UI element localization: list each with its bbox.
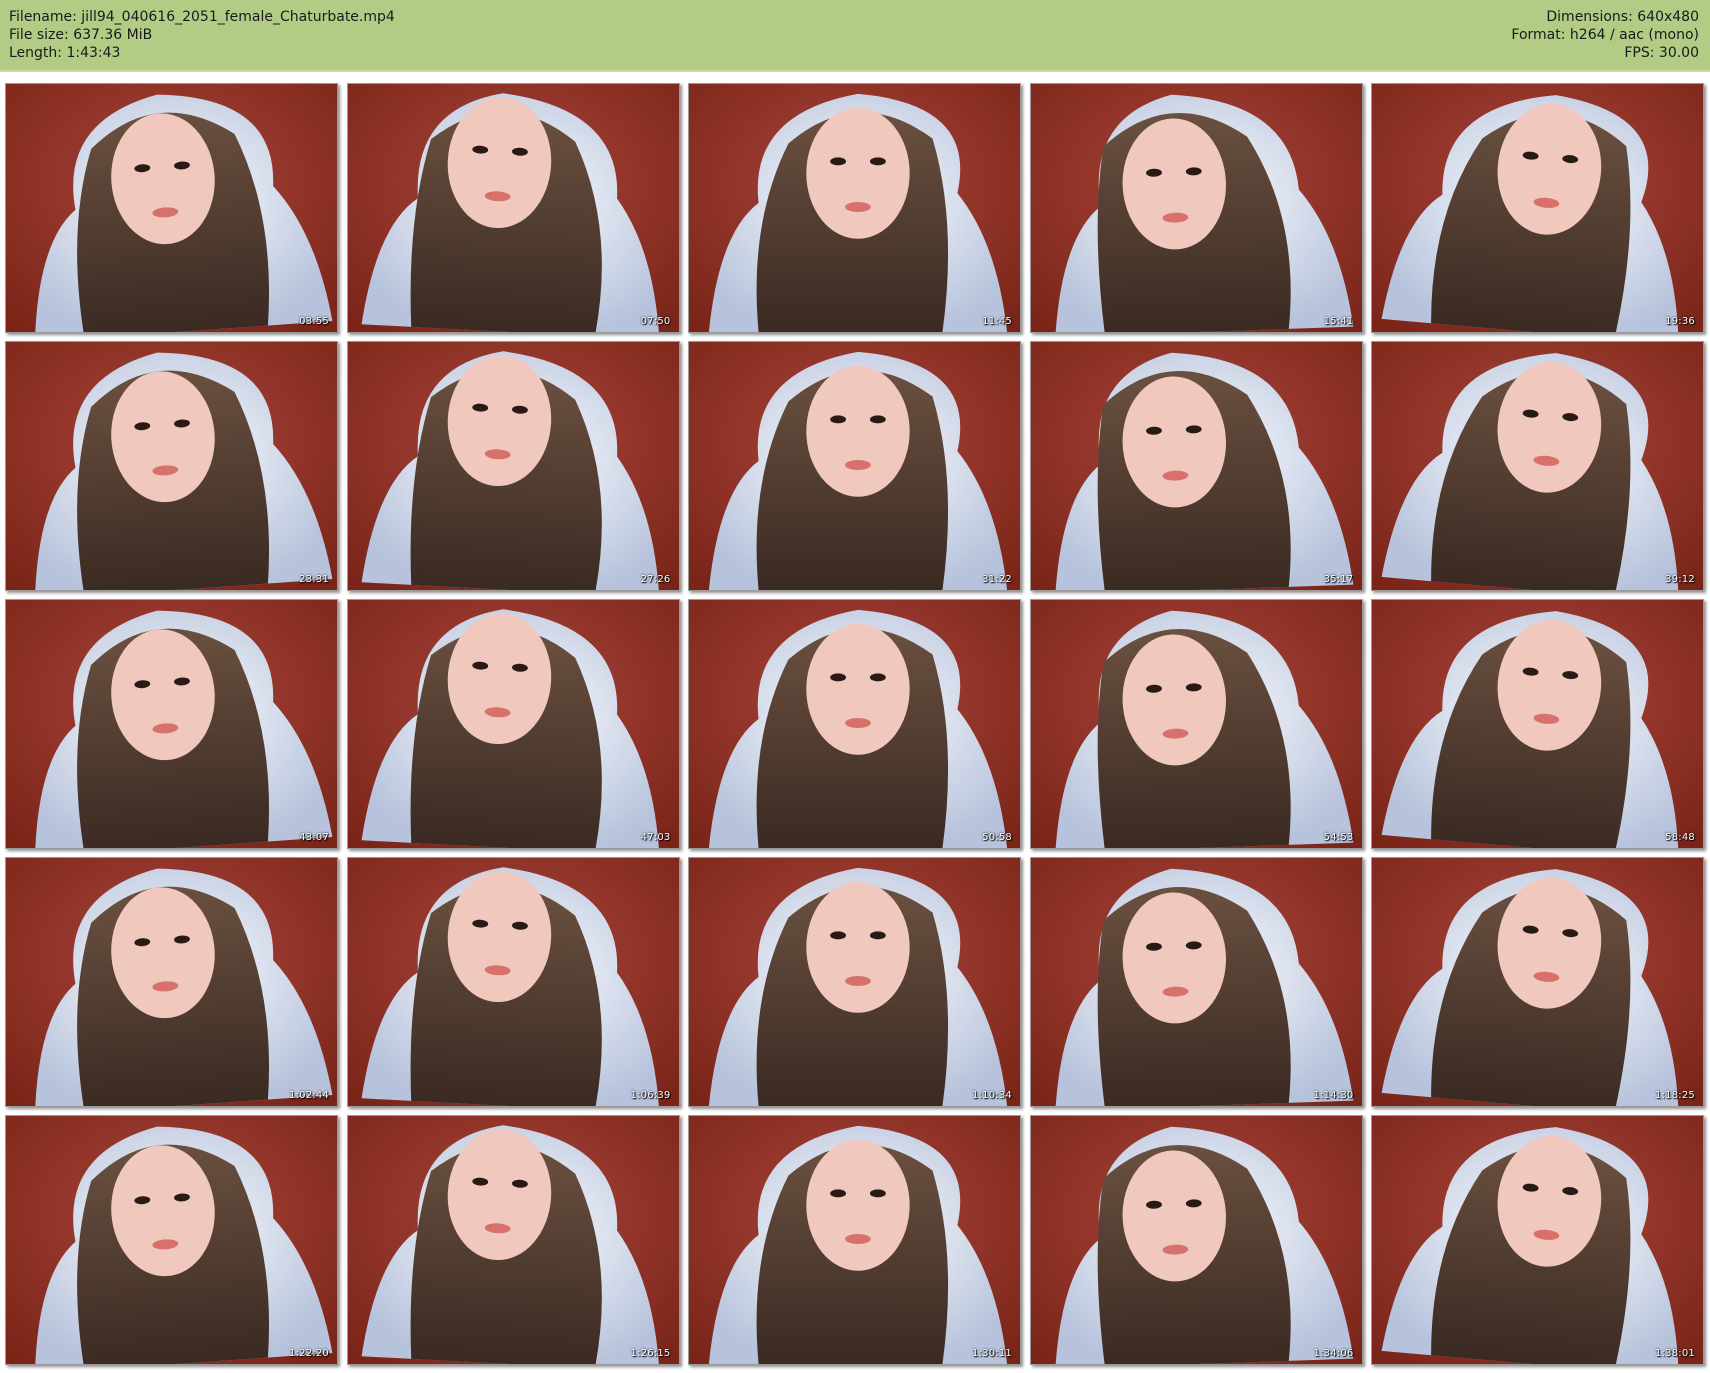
frame-timestamp: 35:17 [1323,574,1354,585]
frame-image [6,600,337,848]
frame-timestamp: 1:02:44 [289,1090,329,1101]
frame-image [6,858,337,1106]
frame-image [1372,84,1703,332]
frame-timestamp: 1:14:30 [1313,1090,1354,1101]
frame-image [1030,858,1362,1106]
frame-timestamp: 23:31 [299,574,329,585]
fps-text: FPS: 30.00 [1624,45,1699,61]
frame-timestamp: 07:50 [640,316,671,327]
frame-image [1030,342,1362,590]
frame-image [347,600,679,848]
video-frame-thumbnail: 23:31 [5,341,338,591]
frame-image [1372,342,1703,590]
frame-timestamp: 1:30:11 [972,1348,1012,1359]
frame-image [347,84,679,332]
contact-sheet: Filename: jill94_040616_2051_female_Chat… [0,0,1710,1373]
frame-timestamp: 11:45 [982,316,1012,327]
video-frame-thumbnail: 11:45 [688,83,1021,333]
video-frame-thumbnail: 27:26 [346,341,680,591]
frame-timestamp: 1:22:20 [289,1348,329,1359]
frame-timestamp: 03:55 [299,316,329,327]
video-frame-thumbnail: 58:48 [1371,599,1704,849]
frame-timestamp: 47:03 [640,832,671,843]
frame-timestamp: 1:10:34 [972,1090,1012,1101]
video-frame-thumbnail: 43:07 [5,599,338,849]
frame-timestamp: 43:07 [299,832,329,843]
video-frame-thumbnail: 07:50 [346,83,680,333]
video-frame-thumbnail: 1:38:01 [1371,1115,1704,1365]
frame-timestamp: 1:26:15 [630,1348,671,1359]
video-frame-thumbnail: 50:58 [688,599,1021,849]
frame-timestamp: 50:58 [982,832,1012,843]
frame-timestamp: 15:41 [1323,316,1354,327]
video-frame-thumbnail: 1:06:39 [346,857,680,1107]
frame-timestamp: 58:48 [1665,832,1695,843]
frame-timestamp: 1:06:39 [630,1090,671,1101]
video-frame-thumbnail: 1:30:11 [688,1115,1021,1365]
video-frame-thumbnail: 1:34:06 [1029,1115,1363,1365]
length-text: Length: 1:43:43 [9,45,121,61]
frame-image [6,1116,337,1364]
frame-timestamp: 31:22 [982,574,1012,585]
frame-image [1372,858,1703,1106]
info-header: Filename: jill94_040616_2051_female_Chat… [0,0,1710,72]
frame-image [689,858,1020,1106]
video-frame-thumbnail: 1:02:44 [5,857,338,1107]
frame-image [6,342,337,590]
frame-timestamp: 19:36 [1665,316,1695,327]
thumbnail-grid: 03:55 07:50 11:45 15:41 19:36 23:31 27:26 31:22… [5,83,1705,1365]
frame-image [1030,1116,1362,1364]
frame-image [689,342,1020,590]
frame-image [1030,600,1362,848]
frame-image [347,342,679,590]
video-frame-thumbnail: 54:53 [1029,599,1363,849]
video-frame-thumbnail: 35:17 [1029,341,1363,591]
video-frame-thumbnail: 1:26:15 [346,1115,680,1365]
video-frame-thumbnail: 1:14:30 [1029,857,1363,1107]
frame-image [347,1116,679,1364]
video-frame-thumbnail: 39:12 [1371,341,1704,591]
video-frame-thumbnail: 1:18:25 [1371,857,1704,1107]
frame-image [1372,600,1703,848]
frame-timestamp: 1:18:25 [1655,1090,1695,1101]
video-frame-thumbnail: 19:36 [1371,83,1704,333]
frame-image [689,1116,1020,1364]
frame-image [1372,1116,1703,1364]
meta-right: Dimensions: 640x480 Format: h264 / aac (… [1511,8,1699,62]
format-text: Format: h264 / aac (mono) [1511,27,1699,43]
frame-timestamp: 27:26 [640,574,671,585]
filesize-text: File size: 637.36 MiB [9,27,153,43]
video-frame-thumbnail: 1:10:34 [688,857,1021,1107]
video-frame-thumbnail: 03:55 [5,83,338,333]
frame-timestamp: 54:53 [1323,832,1354,843]
frame-image [6,84,337,332]
video-frame-thumbnail: 47:03 [346,599,680,849]
dimensions-text: Dimensions: 640x480 [1546,9,1699,25]
frame-image [689,600,1020,848]
video-frame-thumbnail: 1:22:20 [5,1115,338,1365]
frame-image [347,858,679,1106]
frame-timestamp: 1:38:01 [1655,1348,1695,1359]
video-frame-thumbnail: 31:22 [688,341,1021,591]
frame-timestamp: 39:12 [1665,574,1695,585]
video-frame-thumbnail: 15:41 [1029,83,1363,333]
filename-text: Filename: jill94_040616_2051_female_Chat… [9,9,395,25]
frame-image [1030,84,1362,332]
meta-left: Filename: jill94_040616_2051_female_Chat… [9,8,395,62]
frame-timestamp: 1:34:06 [1313,1348,1354,1359]
frame-image [689,84,1020,332]
